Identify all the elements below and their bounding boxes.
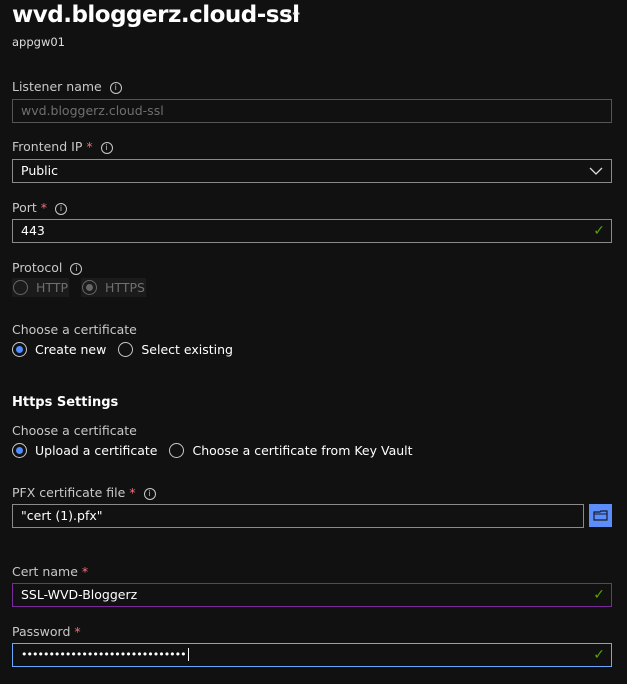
info-icon[interactable]: i — [143, 488, 156, 500]
info-icon[interactable]: i — [109, 82, 122, 94]
password-input[interactable]: •••••••••••••••••••••••••••••• ✓ — [12, 643, 612, 667]
radio-key-vault[interactable]: Choose a certificate from Key Vault — [169, 443, 413, 458]
protocol-label: Protocol i — [12, 260, 83, 275]
radio-upload-certificate[interactable]: Upload a certificate — [12, 443, 157, 458]
required-marker: * — [74, 624, 81, 639]
input-value: 443 — [21, 223, 45, 238]
frontend-ip-select[interactable]: Public — [12, 159, 612, 183]
radio-create-new[interactable]: Create new — [12, 342, 106, 357]
radio-label: HTTPS — [105, 280, 145, 295]
radio-circle — [82, 280, 97, 295]
label-text: Cert name — [12, 564, 78, 579]
radio-circle — [12, 443, 27, 458]
browse-file-button[interactable] — [589, 504, 612, 527]
radio-select-existing[interactable]: Select existing — [118, 342, 233, 357]
folder-icon — [589, 510, 612, 530]
radio-label: Upload a certificate — [35, 443, 158, 458]
required-marker: * — [129, 485, 136, 500]
required-marker: * — [86, 139, 93, 154]
pfx-file-input[interactable]: "cert (1).pfx" — [12, 504, 584, 528]
check-icon: ✓ — [593, 647, 605, 663]
check-icon: ✓ — [593, 223, 605, 239]
frontend-ip-label: Frontend IP * i — [12, 139, 113, 154]
label-text: Protocol — [12, 260, 63, 275]
more-options-button[interactable]: ··· — [286, 4, 301, 23]
radio-http[interactable]: HTTP — [12, 278, 69, 297]
required-marker: * — [81, 564, 89, 579]
radio-label: Select existing — [141, 342, 233, 357]
radio-circle — [169, 443, 185, 458]
port-input[interactable]: 443 ✓ — [12, 219, 612, 243]
input-value: •••••••••••••••••••••••••••••• — [21, 648, 187, 661]
radio-label: Choose a certificate from Key Vault — [192, 443, 413, 458]
label-text: Frontend IP — [12, 139, 83, 154]
radio-https[interactable]: HTTPS — [81, 278, 146, 297]
port-label: Port * i — [12, 200, 68, 215]
certificate-radio-group: Create new Select existing — [12, 342, 245, 357]
info-icon[interactable]: i — [100, 142, 113, 154]
radio-circle — [12, 342, 27, 357]
protocol-radio-group: HTTP HTTPS — [12, 278, 158, 297]
radio-label: HTTP — [36, 280, 68, 295]
radio-label: Create new — [35, 342, 107, 357]
cert-name-input[interactable]: SSL-WVD-Bloggerz ✓ — [12, 583, 612, 607]
input-value: SSL-WVD-Bloggerz — [21, 587, 138, 602]
https-settings-heading: Https Settings — [12, 395, 119, 410]
info-icon[interactable]: i — [70, 263, 83, 275]
select-value: Public — [21, 163, 58, 178]
page-subtitle: appgw01 — [12, 35, 65, 49]
choose-certificate-label: Choose a certificate — [12, 322, 137, 337]
check-icon: ✓ — [593, 587, 605, 603]
https-certificate-radio-group: Upload a certificate Choose a certificat… — [12, 443, 425, 458]
label-text: Password — [12, 624, 71, 639]
radio-circle — [13, 280, 28, 295]
listener-name-input[interactable]: wvd.bloggerz.cloud-ssl — [12, 99, 612, 123]
password-label: Password * — [12, 624, 81, 639]
cert-name-label: Cert name * — [12, 564, 88, 579]
pfx-file-label: PFX certificate file * i — [12, 485, 156, 500]
page-title: wvd.bloggerz.cloud-ssl — [12, 2, 300, 28]
required-marker: * — [40, 200, 48, 215]
text-cursor — [187, 648, 189, 661]
chevron-down-icon — [589, 160, 603, 189]
https-choose-certificate-label: Choose a certificate — [12, 423, 137, 438]
label-text: PFX certificate file — [12, 485, 126, 500]
info-icon[interactable]: i — [55, 203, 68, 215]
label-text: Listener name — [12, 79, 102, 94]
radio-circle — [118, 342, 134, 357]
listener-name-label: Listener name i — [12, 79, 122, 94]
label-text: Port — [12, 200, 37, 215]
